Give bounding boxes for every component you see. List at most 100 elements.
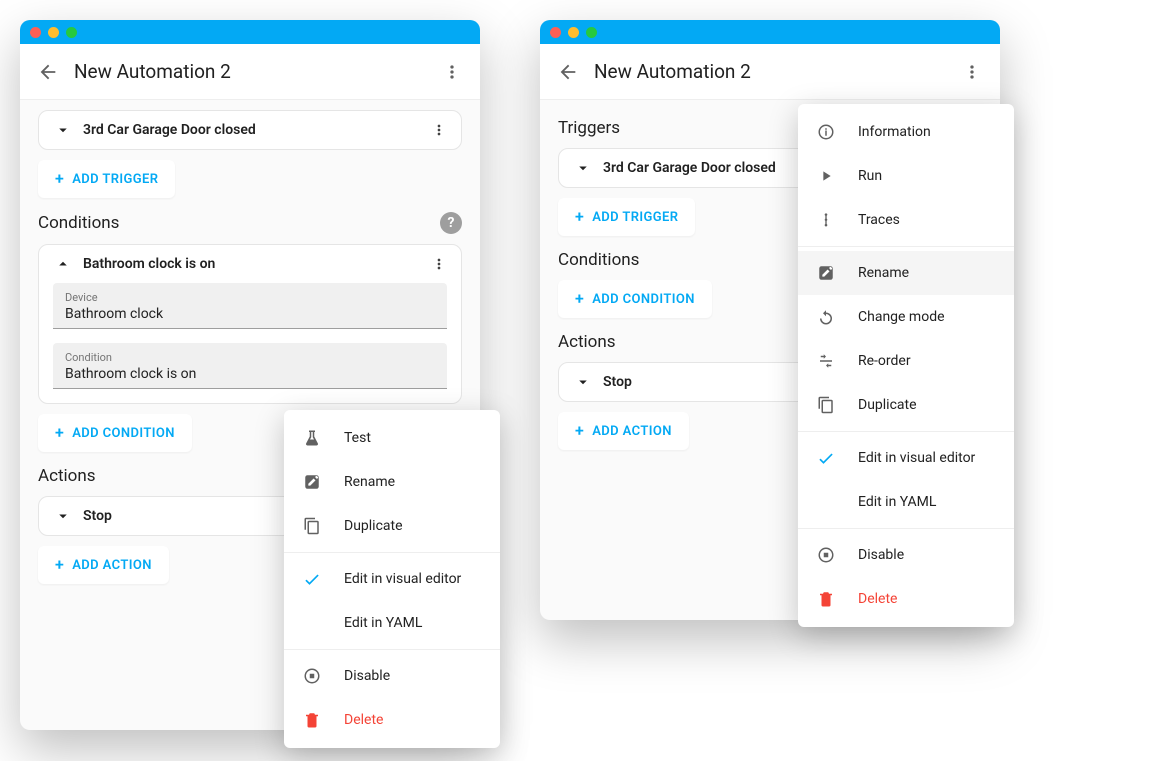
menu-change-mode[interactable]: Change mode [798,295,1014,339]
app-bar: New Automation 2 [20,44,480,100]
arrow-left-icon [37,61,59,83]
menu-edit-visual-label: Edit in visual editor [858,450,975,466]
close-dot[interactable] [550,27,561,38]
mac-titlebar [540,20,1000,44]
add-action-label: ADD ACTION [592,424,672,439]
flask-icon [302,428,322,448]
add-condition-label: ADD CONDITION [72,426,175,441]
maximize-dot[interactable] [586,27,597,38]
menu-duplicate-label: Duplicate [344,518,403,534]
plus-icon: + [55,425,64,441]
chevron-down-icon [53,121,73,139]
arrow-left-icon [557,61,579,83]
menu-edit-visual-label: Edit in visual editor [344,571,461,587]
menu-disable-label: Disable [344,668,390,684]
menu-test[interactable]: Test [284,416,500,460]
minimize-dot[interactable] [48,27,59,38]
device-value: Bathroom clock [65,306,435,322]
add-condition-button[interactable]: + ADD CONDITION [558,280,712,318]
play-icon [816,166,836,186]
rename-icon [816,263,836,283]
menu-divider [798,528,1014,529]
menu-reorder-label: Re-order [858,353,911,369]
menu-information-label: Information [858,124,931,140]
rename-icon [302,472,322,492]
condition-overflow-menu: Test Rename Duplicate [284,410,500,748]
menu-edit-visual[interactable]: Edit in visual editor [284,557,500,601]
page-title: New Automation 2 [74,60,432,83]
check-icon [816,448,836,468]
app-bar: New Automation 2 [540,44,1000,100]
add-action-button[interactable]: + ADD ACTION [558,412,689,450]
menu-divider [798,431,1014,432]
menu-duplicate[interactable]: Duplicate [798,383,1014,427]
plus-icon: + [575,209,584,225]
conditions-heading: Conditions [38,213,440,233]
overflow-button[interactable] [432,52,472,92]
back-button[interactable] [28,52,68,92]
automation-overflow-menu: Information Run Traces [798,104,1014,627]
menu-reorder[interactable]: Re-order [798,339,1014,383]
maximize-dot[interactable] [66,27,77,38]
add-condition-label: ADD CONDITION [592,292,695,307]
add-condition-button[interactable]: + ADD CONDITION [38,414,192,452]
mac-titlebar [20,20,480,44]
add-action-button[interactable]: + ADD ACTION [38,546,169,584]
trigger-card[interactable]: 3rd Car Garage Door closed [38,110,462,150]
overflow-button[interactable] [952,52,992,92]
menu-disable[interactable]: Disable [284,654,500,698]
content-area: Triggers 3rd Car Garage Door closed + AD… [540,100,1000,620]
minimize-dot[interactable] [568,27,579,38]
reorder-icon [816,351,836,371]
menu-delete[interactable]: Delete [798,577,1014,621]
menu-information[interactable]: Information [798,110,1014,154]
check-icon [302,569,322,589]
menu-delete-label: Delete [344,712,383,728]
stop-circle-icon [302,666,322,686]
menu-duplicate[interactable]: Duplicate [284,504,500,548]
window-left: New Automation 2 3rd Car Garage Door clo… [20,20,480,730]
menu-traces[interactable]: Traces [798,198,1014,242]
menu-divider [284,552,500,553]
chevron-down-icon [573,159,593,177]
blank-icon [816,492,836,512]
stop-circle-icon [816,545,836,565]
dots-vertical-icon [442,62,462,82]
menu-delete[interactable]: Delete [284,698,500,742]
menu-run[interactable]: Run [798,154,1014,198]
condition-label: Condition [65,351,435,364]
menu-edit-yaml[interactable]: Edit in YAML [284,601,500,645]
close-dot[interactable] [30,27,41,38]
dots-vertical-icon [962,62,982,82]
condition-field[interactable]: Condition Bathroom clock is on [53,343,447,389]
trigger-menu-button[interactable] [425,122,453,138]
condition-title: Bathroom clock is on [83,256,415,272]
add-trigger-button[interactable]: + ADD TRIGGER [38,160,175,198]
chevron-down-icon [53,507,73,525]
menu-rename-label: Rename [344,474,395,490]
back-button[interactable] [548,52,588,92]
menu-edit-visual[interactable]: Edit in visual editor [798,436,1014,480]
add-trigger-label: ADD TRIGGER [72,172,158,187]
menu-rename[interactable]: Rename [798,251,1014,295]
condition-card-header[interactable]: Bathroom clock is on [39,245,461,283]
menu-test-label: Test [344,430,371,446]
page-title: New Automation 2 [594,60,952,83]
menu-traces-label: Traces [858,212,900,228]
device-field[interactable]: Device Bathroom clock [53,283,447,329]
chevron-up-icon [53,255,73,273]
menu-rename[interactable]: Rename [284,460,500,504]
plus-icon: + [575,423,584,439]
menu-disable[interactable]: Disable [798,533,1014,577]
add-trigger-button[interactable]: + ADD TRIGGER [558,198,695,236]
plus-icon: + [575,291,584,307]
add-action-label: ADD ACTION [72,558,152,573]
condition-menu-button[interactable] [425,256,453,272]
menu-run-label: Run [858,168,882,184]
help-icon[interactable]: ? [440,212,462,234]
menu-edit-yaml[interactable]: Edit in YAML [798,480,1014,524]
chevron-down-icon [573,373,593,391]
condition-value: Bathroom clock is on [65,366,435,382]
add-trigger-label: ADD TRIGGER [592,210,678,225]
menu-rename-label: Rename [858,265,909,281]
